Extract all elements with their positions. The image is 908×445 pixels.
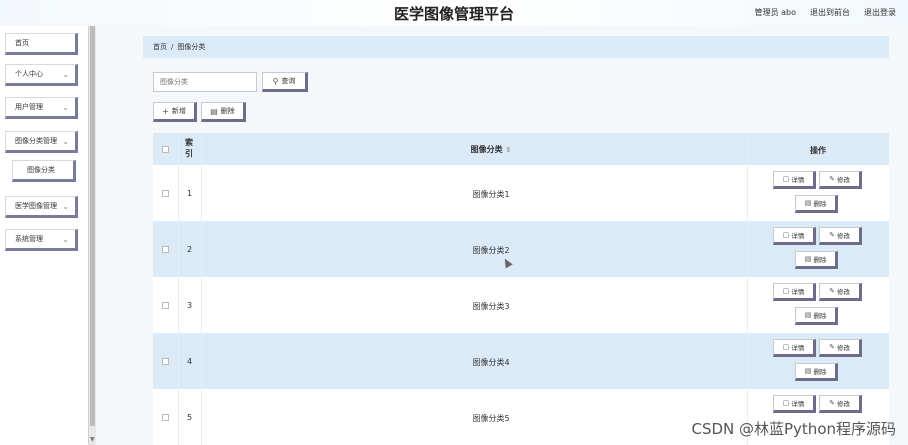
category-table: 索引 图像分类 ⇕ 操作 1 图像分类1 ▢ 详情 ✎ 修改 ▤ 删除 2 图像分类2… — [153, 133, 889, 445]
delete-button[interactable]: ▤ 删除 — [795, 251, 838, 269]
detail-label: 详情 — [791, 400, 805, 408]
sidebar-item-label: 医学图像管理 — [15, 202, 57, 210]
delete-label: 删除 — [813, 256, 827, 264]
table-row: 3 图像分类3 ▢ 详情 ✎ 修改 ▤ 删除 — [153, 277, 889, 333]
table-header: 索引 图像分类 ⇕ 操作 — [153, 133, 889, 165]
sidebar-item-image-category-management[interactable]: 图像分类管理 ⌄ — [5, 131, 78, 153]
breadcrumb-home[interactable]: 首页 — [153, 43, 167, 51]
detail-icon: ▢ — [782, 399, 790, 407]
row-category: 图像分类4 — [472, 358, 510, 367]
search-icon: ⚲ — [272, 76, 279, 86]
trash-icon: ▤ — [804, 311, 812, 319]
sidebar-item-label: 用户管理 — [15, 103, 43, 111]
detail-label: 详情 — [791, 288, 805, 296]
chevron-down-icon: ⌄ — [62, 103, 69, 112]
sort-icon[interactable]: ⇕ — [505, 146, 511, 154]
delete-button[interactable]: ▤ 删除 — [795, 363, 838, 381]
detail-button[interactable]: ▢ 详情 — [773, 339, 816, 357]
delete-label: 删除 — [813, 368, 827, 376]
detail-icon: ▢ — [782, 231, 790, 239]
edit-label: 修改 — [836, 232, 850, 240]
chevron-down-icon: ⌄ — [62, 70, 69, 79]
edit-button[interactable]: ✎ 修改 — [819, 171, 862, 189]
chevron-down-icon: ⌄ — [62, 137, 69, 146]
delete-button[interactable]: ▤ 删除 — [795, 307, 838, 325]
row-category: 图像分类2 — [472, 246, 510, 255]
sidebar-item-personal-center[interactable]: 个人中心 ⌄ — [5, 64, 78, 86]
breadcrumb-current: 图像分类 — [177, 43, 206, 51]
trash-icon: ▤ — [804, 199, 812, 207]
search-button[interactable]: ⚲ 查询 — [262, 72, 308, 92]
edit-button[interactable]: ✎ 修改 — [819, 339, 862, 357]
detail-label: 详情 — [791, 232, 805, 240]
detail-icon: ▢ — [782, 287, 790, 295]
top-links: 管理员 abo 退出到前台 退出登录 — [755, 7, 896, 18]
search-button-label: 查询 — [281, 77, 296, 85]
search-input[interactable] — [153, 72, 257, 92]
sidebar-item-label: 个人中心 — [15, 70, 43, 78]
sidebar-item-label: 图像分类管理 — [15, 137, 57, 145]
detail-button[interactable]: ▢ 详情 — [773, 227, 816, 245]
sidebar-subitem-image-category[interactable]: 图像分类 — [12, 160, 76, 182]
detail-icon: ▢ — [782, 175, 790, 183]
add-button-label: 新增 — [171, 107, 186, 115]
trash-icon: ▤ — [210, 106, 218, 116]
edit-icon: ✎ — [829, 343, 835, 351]
detail-icon: ▢ — [782, 343, 790, 351]
watermark: CSDN @林蓝Python程序源码 — [691, 420, 896, 438]
edit-icon: ✎ — [829, 287, 835, 295]
chevron-down-icon: ⌄ — [62, 235, 69, 244]
edit-label: 修改 — [836, 176, 850, 184]
sidebar-item-system-management[interactable]: 系统管理 ⌄ — [5, 229, 78, 251]
edit-button[interactable]: ✎ 修改 — [819, 395, 862, 413]
add-button[interactable]: + 新增 — [153, 102, 197, 122]
sidebar-item-home[interactable]: 首页 — [5, 33, 78, 55]
sidebar-item-medical-image-management[interactable]: 医学图像管理 ⌄ — [5, 196, 78, 218]
exit-front-link[interactable]: 退出到前台 — [810, 7, 850, 18]
delete-label: 删除 — [813, 312, 827, 320]
delete-button-label: 删除 — [220, 107, 235, 115]
row-category: 图像分类1 — [472, 190, 510, 199]
edit-icon: ✎ — [829, 175, 835, 183]
edit-label: 修改 — [836, 400, 850, 408]
detail-button[interactable]: ▢ 详情 — [773, 171, 816, 189]
category-header-label: 图像分类 — [470, 145, 503, 154]
row-category: 图像分类3 — [472, 302, 510, 311]
table-row: 1 图像分类1 ▢ 详情 ✎ 修改 ▤ 删除 — [153, 165, 889, 221]
edit-button[interactable]: ✎ 修改 — [819, 227, 862, 245]
trash-icon: ▤ — [804, 367, 812, 375]
detail-label: 详情 — [791, 176, 805, 184]
sidebar-scrollbar[interactable] — [88, 26, 96, 445]
scrollbar-thumb[interactable] — [90, 26, 95, 426]
detail-label: 详情 — [791, 344, 805, 352]
delete-label: 删除 — [813, 200, 827, 208]
scroll-down-icon[interactable]: ▼ — [90, 436, 95, 443]
edit-icon: ✎ — [829, 399, 835, 407]
operations-header: 操作 — [810, 146, 826, 155]
top-header: 医学图像管理平台 管理员 abo 退出到前台 退出登录 — [0, 0, 908, 26]
sidebar-item-user-management[interactable]: 用户管理 ⌄ — [5, 97, 78, 119]
sidebar-item-label: 首页 — [15, 39, 29, 47]
table-row: 2 图像分类2 ▢ 详情 ✎ 修改 ▤ 删除 — [153, 221, 889, 277]
plus-icon: + — [162, 106, 169, 116]
breadcrumb: 首页 / 图像分类 — [143, 36, 889, 58]
detail-button[interactable]: ▢ 详情 — [773, 283, 816, 301]
sidebar-item-label: 图像分类 — [27, 166, 55, 174]
batch-delete-button[interactable]: ▤ 删除 — [201, 102, 246, 122]
delete-button[interactable]: ▤ 删除 — [795, 195, 838, 213]
trash-icon: ▤ — [804, 255, 812, 263]
edit-icon: ✎ — [829, 231, 835, 239]
sidebar-item-label: 系统管理 — [15, 235, 43, 243]
admin-name: 管理员 abo — [754, 8, 796, 17]
logout-link[interactable]: 退出登录 — [864, 7, 896, 18]
edit-button[interactable]: ✎ 修改 — [819, 283, 862, 301]
breadcrumb-separator: / — [171, 43, 174, 51]
edit-label: 修改 — [836, 288, 850, 296]
edit-label: 修改 — [836, 344, 850, 352]
chevron-down-icon: ⌄ — [62, 202, 69, 211]
detail-button[interactable]: ▢ 详情 — [773, 395, 816, 413]
table-row: 4 图像分类4 ▢ 详情 ✎ 修改 ▤ 删除 — [153, 333, 889, 389]
